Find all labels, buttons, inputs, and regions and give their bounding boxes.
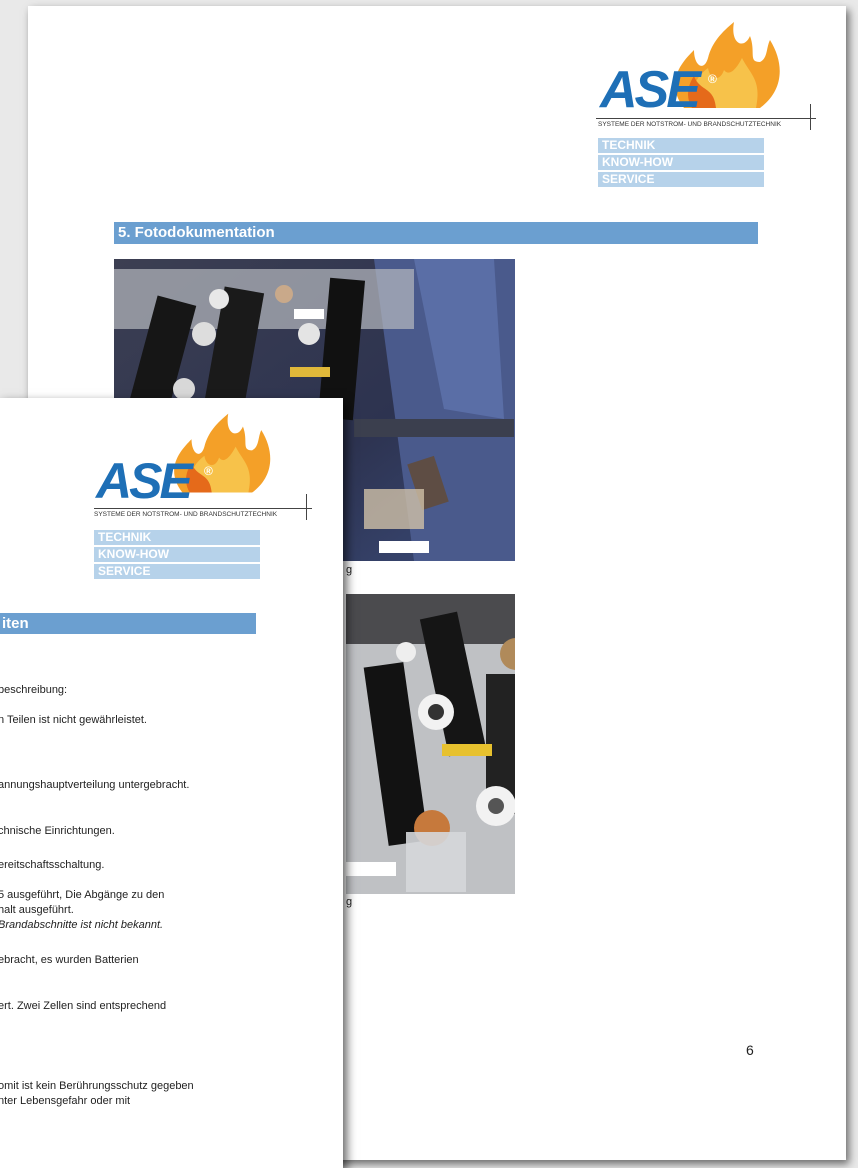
logo-bar-technik: TECHNIK bbox=[94, 530, 260, 545]
section-title: iten bbox=[0, 613, 256, 634]
logo-rule-vertical bbox=[306, 494, 307, 520]
ase-logo: ASE ® SYSTEME DER NOTSTROM- UND BRANDSCH… bbox=[596, 22, 836, 202]
logo-rule-vertical bbox=[810, 104, 811, 130]
photo-caption-2: g bbox=[346, 896, 353, 908]
logo-tagline: SYSTEME DER NOTSTROM- UND BRANDSCHUTZTEC… bbox=[598, 121, 782, 128]
body-line-1: beschreibung: bbox=[0, 684, 68, 696]
body-line-11: omit ist kein Berührungsschutz gegeben bbox=[0, 1080, 194, 1092]
ase-logo-front: ASE ® SYSTEME DER NOTSTROM- UND BRANDSCH… bbox=[94, 412, 324, 592]
logo-brand: ASE bbox=[96, 453, 193, 509]
logo-tagline: SYSTEME DER NOTSTROM- UND BRANDSCHUTZTEC… bbox=[94, 511, 278, 518]
logo-bar-knowhow: KNOW-HOW bbox=[598, 155, 764, 170]
body-line-2: n Teilen ist nicht gewährleistet. bbox=[0, 714, 147, 726]
body-line-9: ebracht, es wurden Batterien bbox=[0, 954, 139, 966]
logo-bar-service: SERVICE bbox=[598, 172, 764, 187]
document-page-front: ASE ® SYSTEME DER NOTSTROM- UND BRANDSCH… bbox=[0, 398, 343, 1168]
photo-caption-1: g bbox=[346, 564, 353, 576]
body-line-5: ereitschaftsschaltung. bbox=[0, 859, 105, 871]
section-title: 5. Fotodokumentation bbox=[114, 222, 758, 244]
logo-bar-service: SERVICE bbox=[94, 564, 260, 579]
logo-rule-horizontal bbox=[94, 508, 312, 509]
body-line-10: ert. Zwei Zellen sind entsprechend bbox=[0, 1000, 167, 1012]
body-line-7: halt ausgeführt. bbox=[0, 904, 74, 916]
body-line-6: 5 ausgeführt, Die Abgänge zu den bbox=[0, 889, 165, 901]
body-line-8: Brandabschnitte ist nicht bekannt. bbox=[0, 919, 164, 931]
logo-rule-horizontal bbox=[596, 118, 816, 119]
body-line-3: annungshauptverteilung untergebracht. bbox=[0, 779, 190, 791]
page-number: 6 bbox=[746, 1042, 754, 1058]
body-line-12: nter Lebensgefahr oder mit bbox=[0, 1095, 131, 1107]
logo-bar-knowhow: KNOW-HOW bbox=[94, 547, 260, 562]
logo-brand: ASE bbox=[600, 61, 701, 119]
registered-mark: ® bbox=[708, 72, 717, 86]
registered-mark: ® bbox=[204, 464, 213, 478]
body-line-4: chnische Einrichtungen. bbox=[0, 825, 115, 837]
battery-photo-2 bbox=[346, 594, 515, 894]
logo-bar-technik: TECHNIK bbox=[598, 138, 764, 153]
